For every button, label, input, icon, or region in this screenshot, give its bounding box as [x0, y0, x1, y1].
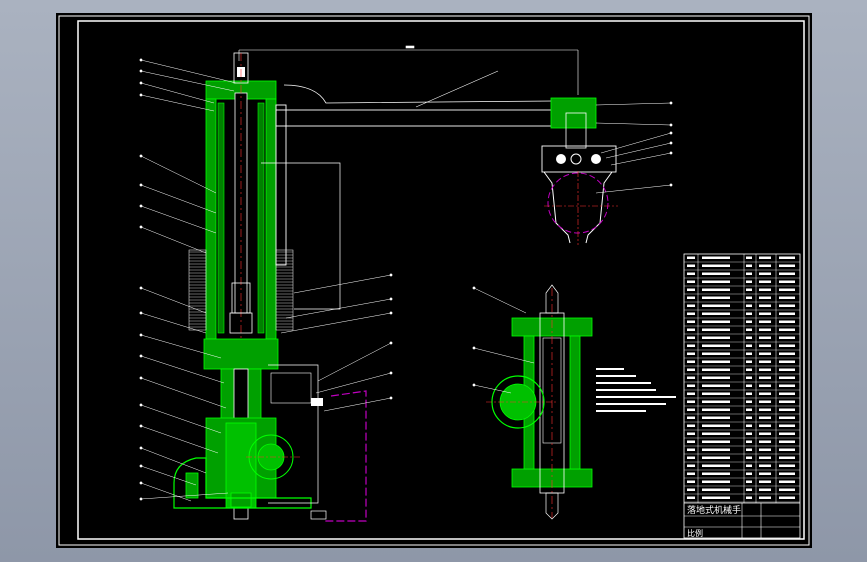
horizontal-arm — [275, 70, 555, 266]
section-view — [486, 284, 593, 520]
title-scale: 比例 — [687, 528, 703, 538]
title-name: 落地式机械手 — [687, 504, 741, 516]
top-dimension — [238, 45, 579, 95]
phantom-outline — [324, 390, 367, 522]
viewport: 落地式机械手 比例 — [0, 0, 867, 562]
main-column — [173, 52, 327, 520]
assembly-drawing: 落地式机械手 比例 — [58, 15, 810, 546]
gripper-head — [541, 97, 618, 245]
parts-list-table — [683, 253, 801, 539]
title-block: 落地式机械手 比例 — [684, 502, 800, 538]
outer-frame — [58, 15, 810, 546]
cad-drawing-sheet[interactable]: 落地式机械手 比例 — [56, 13, 812, 548]
technical-notes — [596, 368, 676, 412]
